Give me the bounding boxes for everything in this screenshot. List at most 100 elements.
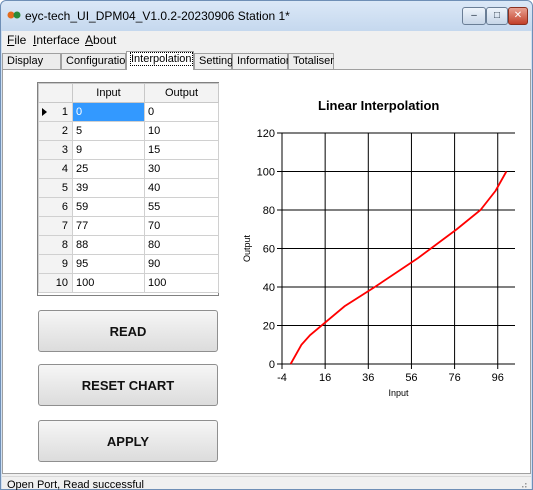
input-cell[interactable]: 77: [72, 216, 145, 236]
current-row-arrow-icon: [42, 108, 47, 116]
application-window: eyc-tech_UI_DPM04_V1.0.2-20230906 Statio…: [0, 0, 533, 490]
menu-interface[interactable]: Interface: [33, 33, 80, 47]
menu-about-label: bout: [93, 33, 117, 47]
tab-information-label: Information: [237, 55, 293, 67]
table-row[interactable]: 8 88 80: [38, 235, 219, 255]
table-row[interactable]: 2 5 10: [38, 121, 219, 141]
input-cell[interactable]: 5: [72, 121, 145, 141]
x-tick-label: 36: [362, 372, 374, 384]
input-cell[interactable]: 25: [72, 159, 145, 179]
tab-display[interactable]: Display: [2, 53, 61, 69]
output-cell[interactable]: 100: [144, 273, 219, 293]
y-tick-label: 100: [257, 167, 275, 179]
apply-button[interactable]: APPLY: [38, 420, 218, 462]
interpolation-table[interactable]: Input Output 1 0 0 2 5 10 3 9 15 4 25 30 5 39 40 6 59 55 7…: [37, 82, 219, 296]
output-cell[interactable]: 10: [144, 121, 219, 141]
x-tick-label: 76: [448, 372, 460, 384]
table-row[interactable]: 10 100 100: [38, 273, 219, 293]
y-tick-label: 0: [269, 359, 275, 371]
table-row[interactable]: 9 95 90: [38, 254, 219, 274]
tab-setting[interactable]: Setting: [194, 53, 234, 69]
x-tick-label: 96: [492, 372, 504, 384]
tab-display-label: Display: [7, 55, 44, 67]
output-cell[interactable]: 80: [144, 235, 219, 255]
row-header[interactable]: 10: [38, 273, 73, 293]
table-row[interactable]: 4 25 30: [38, 159, 219, 179]
table-row[interactable]: 3 9 15: [38, 140, 219, 160]
close-button[interactable]: ✕: [508, 7, 528, 25]
output-cell[interactable]: 90: [144, 254, 219, 274]
maximize-button[interactable]: □: [486, 7, 508, 25]
row-header[interactable]: 9: [38, 254, 73, 274]
x-axis-label: Input: [388, 388, 409, 398]
output-cell[interactable]: 15: [144, 140, 219, 160]
output-cell[interactable]: 70: [144, 216, 219, 236]
table-row[interactable]: 5 39 40: [38, 178, 219, 198]
app-logo-icon: [7, 11, 21, 19]
table-row[interactable]: 7 77 70: [38, 216, 219, 236]
window-title: eyc-tech_UI_DPM04_V1.0.2-20230906 Statio…: [25, 9, 290, 23]
menu-interface-label: nterface: [36, 33, 80, 47]
input-cell[interactable]: 100: [72, 273, 145, 293]
tab-totaliser-label: Totaliser: [293, 55, 334, 67]
series-line: [289, 171, 508, 365]
menu-file-label: ile: [14, 33, 27, 47]
menu-bar: File Interface About: [2, 31, 531, 50]
tab-totaliser[interactable]: Totaliser: [288, 53, 334, 69]
column-header-input[interactable]: Input: [72, 83, 145, 103]
table-row[interactable]: 100: [38, 102, 219, 122]
status-bar: Open Port, Read successful: [2, 476, 531, 490]
table-row[interactable]: 6 59 55: [38, 197, 219, 217]
y-tick-label: 20: [263, 321, 275, 333]
tab-setting-label: Setting: [199, 55, 234, 67]
table-corner-cell: [38, 83, 73, 103]
y-tick-label: 60: [263, 244, 275, 256]
input-cell[interactable]: 88: [72, 235, 145, 255]
tab-strip: Display Configuration Interpolation Sett…: [2, 51, 531, 70]
output-cell[interactable]: 55: [144, 197, 219, 217]
output-cell[interactable]: 0: [144, 102, 219, 122]
status-text: Open Port, Read successful: [7, 479, 144, 490]
input-cell[interactable]: 0: [72, 102, 145, 122]
read-button[interactable]: READ: [38, 310, 218, 352]
menu-about[interactable]: About: [85, 33, 116, 47]
tab-interpolation-label: Interpolation: [130, 52, 193, 66]
y-tick-label: 40: [263, 282, 275, 294]
row-header[interactable]: 1: [38, 102, 73, 122]
row-header[interactable]: 2: [38, 121, 73, 141]
interpolation-chart: 0 20 40 60 80 100 120 -4 16 36 56 76 96 Input Output: [242, 128, 515, 398]
output-cell[interactable]: 40: [144, 178, 219, 198]
table-header-row: Input Output: [38, 83, 219, 103]
x-tick-label: 16: [319, 372, 331, 384]
menu-file[interactable]: File: [7, 33, 26, 47]
x-tick-label: -4: [277, 372, 287, 384]
input-cell[interactable]: 9: [72, 140, 145, 160]
input-cell[interactable]: 59: [72, 197, 145, 217]
client-area: File Interface About Display Configurati…: [2, 31, 531, 490]
row-header[interactable]: 7: [38, 216, 73, 236]
tab-configuration-label: Configuration: [66, 55, 132, 67]
minimize-button[interactable]: –: [462, 7, 486, 25]
row-header[interactable]: 6: [38, 197, 73, 217]
input-cell[interactable]: 39: [72, 178, 145, 198]
row-header[interactable]: 3: [38, 140, 73, 160]
menu-about-mnemonic: A: [85, 33, 94, 47]
y-tick-label: 120: [257, 128, 275, 140]
title-bar[interactable]: eyc-tech_UI_DPM04_V1.0.2-20230906 Statio…: [1, 1, 532, 31]
row-number: 1: [61, 106, 68, 118]
tab-information[interactable]: Information: [232, 53, 292, 69]
column-header-output[interactable]: Output: [144, 83, 219, 103]
row-header[interactable]: 5: [38, 178, 73, 198]
y-axis-label: Output: [242, 234, 252, 262]
x-tick-label: 56: [405, 372, 417, 384]
chart-title: Linear Interpolation: [318, 98, 440, 113]
row-header[interactable]: 4: [38, 159, 73, 179]
row-header[interactable]: 8: [38, 235, 73, 255]
resize-grip-icon[interactable]: [519, 480, 527, 488]
reset-chart-button[interactable]: RESET CHART: [38, 364, 218, 406]
y-tick-label: 80: [263, 205, 275, 217]
output-cell[interactable]: 30: [144, 159, 219, 179]
tab-interpolation[interactable]: Interpolation: [126, 51, 194, 70]
input-cell[interactable]: 95: [72, 254, 145, 274]
tab-configuration[interactable]: Configuration: [61, 53, 131, 69]
